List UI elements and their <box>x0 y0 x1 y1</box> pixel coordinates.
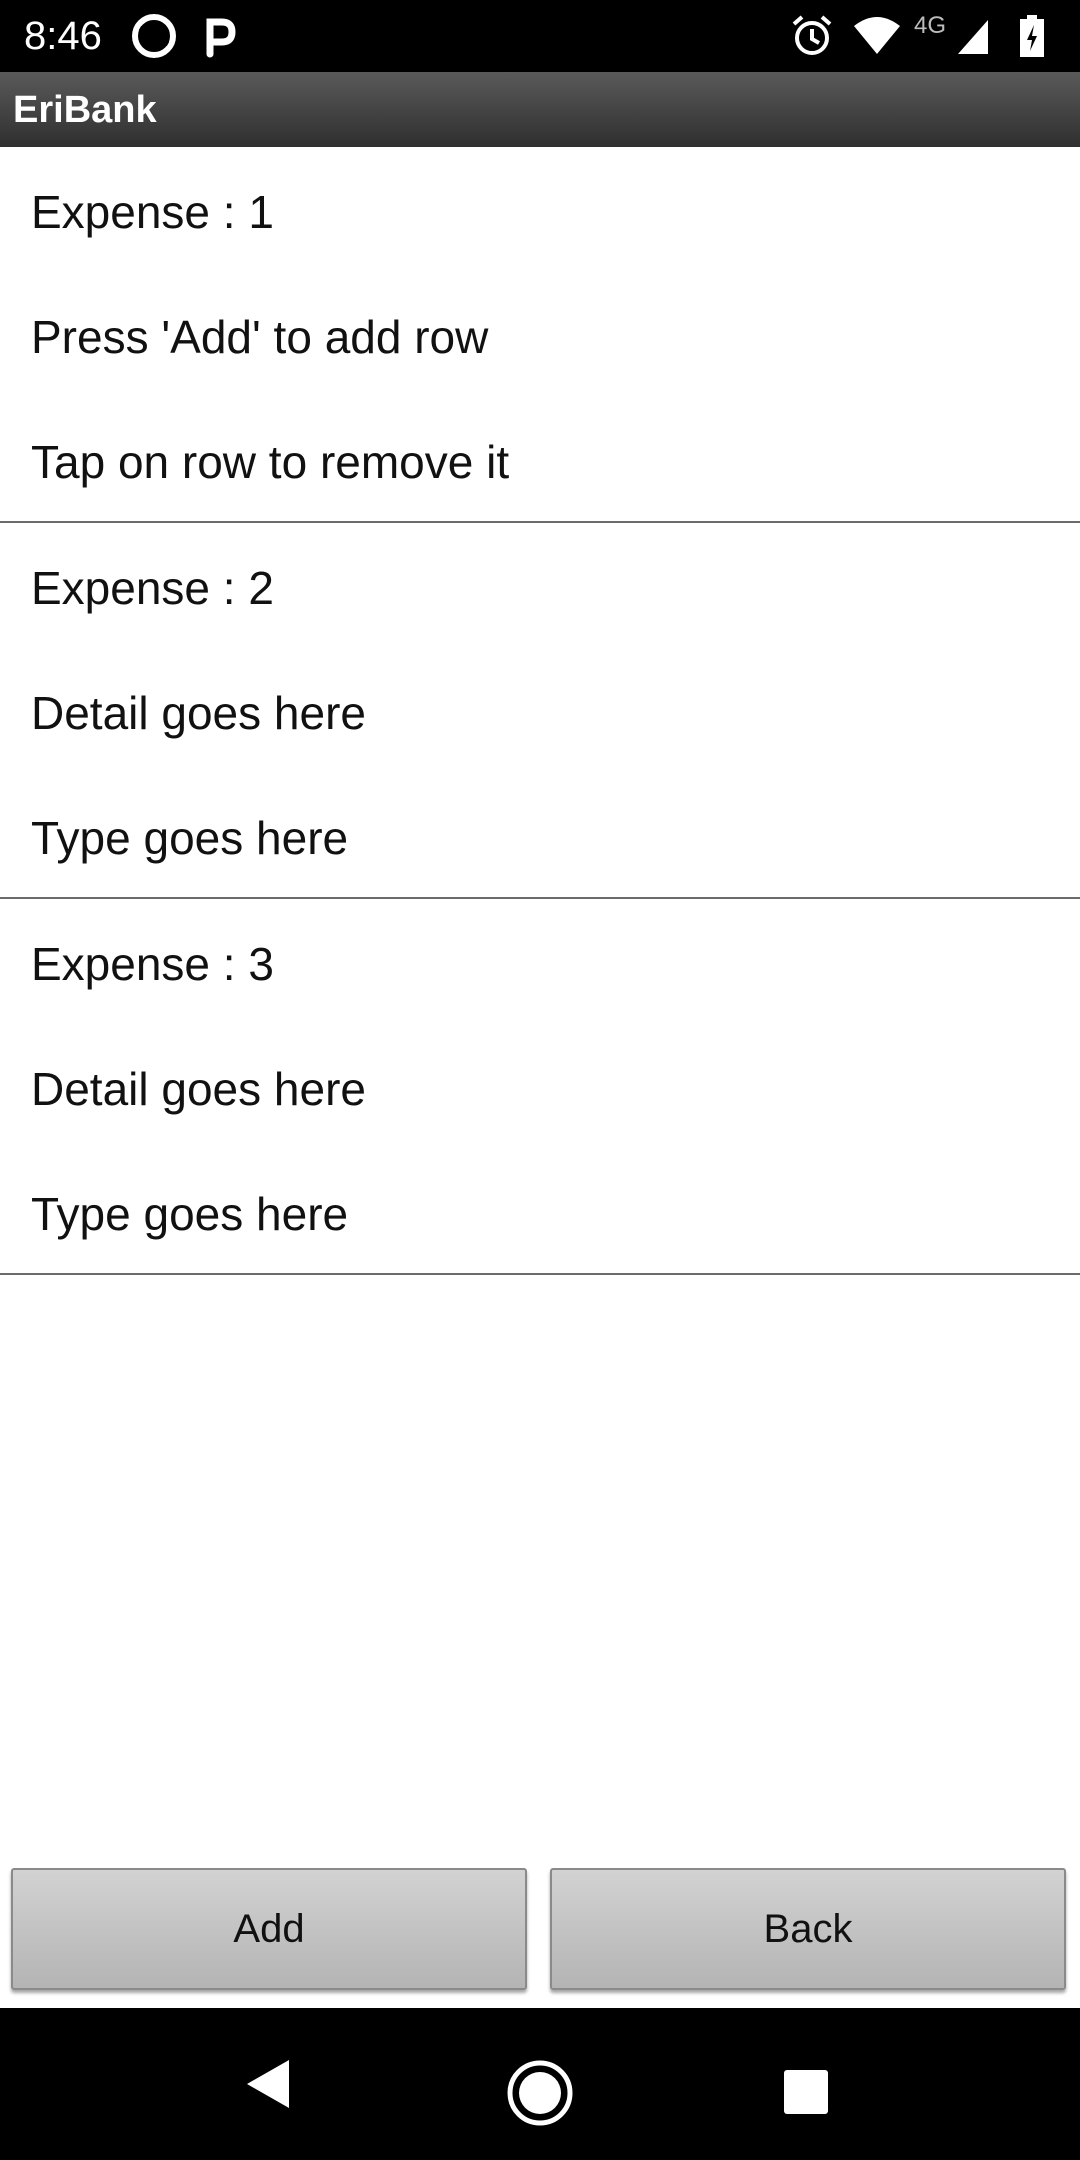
expense-list: Expense : 1 Press 'Add' to add row Tap o… <box>0 147 1080 1275</box>
add-button[interactable]: Add <box>11 1868 527 1990</box>
expense-row[interactable]: Expense : 2 Detail goes here Type goes h… <box>0 523 1080 899</box>
battery-charging-icon <box>1018 14 1046 58</box>
network-type-label: 4G <box>914 12 947 39</box>
back-button[interactable]: Back <box>550 1868 1066 1990</box>
expense-type: Type goes here <box>31 1188 349 1240</box>
expense-type: Tap on row to remove it <box>31 436 510 488</box>
expense-detail: Press 'Add' to add row <box>31 311 489 363</box>
app-title: EriBank <box>13 89 157 131</box>
status-time: 8:46 <box>24 14 102 58</box>
back-nav-icon[interactable] <box>245 2058 291 2110</box>
expense-title: Expense : 2 <box>31 562 274 614</box>
expense-row[interactable]: Expense : 3 Detail goes here Type goes h… <box>0 899 1080 1275</box>
sync-app-icon <box>130 14 178 58</box>
expense-detail: Detail goes here <box>31 687 366 739</box>
expense-type: Type goes here <box>31 812 349 864</box>
expense-detail: Detail goes here <box>31 1063 366 1115</box>
cell-signal-icon <box>956 14 990 58</box>
expense-title: Expense : 1 <box>31 186 274 238</box>
recents-nav-icon[interactable] <box>783 2069 829 2115</box>
alarm-icon <box>790 14 834 58</box>
wifi-icon <box>852 14 902 58</box>
home-nav-icon[interactable] <box>506 2059 574 2127</box>
status-bar: 8:46 4G <box>0 0 1080 72</box>
parking-app-icon <box>202 14 236 58</box>
expense-row[interactable]: Expense : 1 Press 'Add' to add row Tap o… <box>0 147 1080 523</box>
navigation-bar <box>0 2008 1080 2160</box>
action-bar: EriBank <box>0 72 1080 147</box>
expense-title: Expense : 3 <box>31 938 274 990</box>
